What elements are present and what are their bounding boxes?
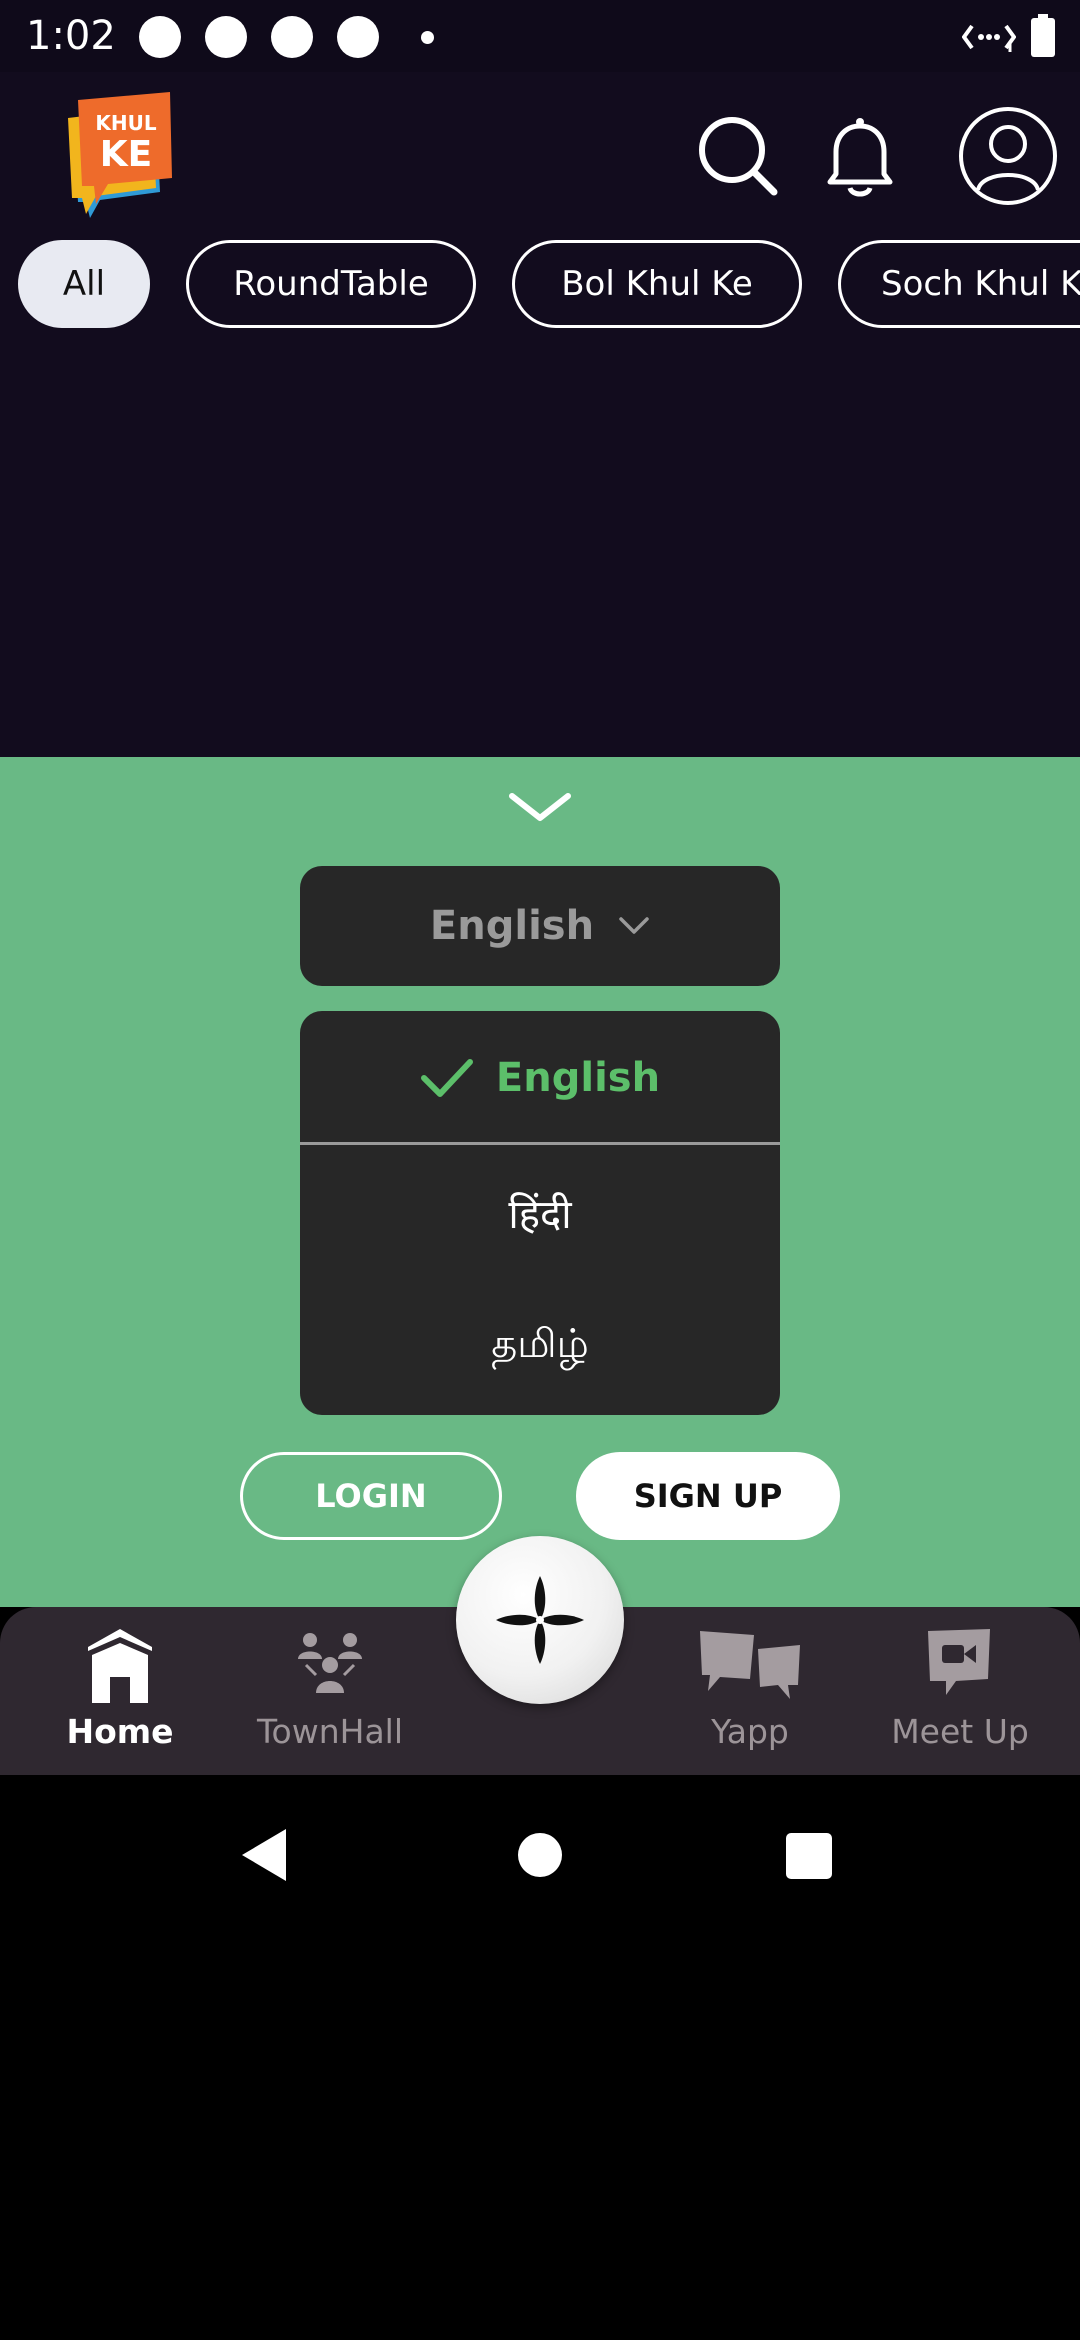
battery-icon: [1031, 14, 1055, 57]
nav-item-yapp[interactable]: Yapp: [650, 1607, 850, 1775]
nav-label-townhall: TownHall: [256, 1712, 404, 1751]
four-petal-icon: [496, 1576, 584, 1664]
profile-icon[interactable]: [958, 106, 1058, 206]
network-icon: [962, 24, 1016, 52]
svg-text:KE: KE: [100, 134, 153, 175]
recents-icon[interactable]: [786, 1833, 832, 1879]
language-option-english[interactable]: English: [300, 1011, 780, 1145]
svg-text:KHUL: KHUL: [95, 111, 156, 135]
nav-label-home: Home: [66, 1712, 174, 1751]
signup-button[interactable]: SIGN UP: [576, 1452, 840, 1540]
bell-icon[interactable]: [824, 116, 896, 198]
language-option-tamil[interactable]: தமிழ்: [300, 1279, 780, 1413]
language-option-label: தமிழ்: [491, 1320, 589, 1367]
collapse-chevron-icon[interactable]: [508, 790, 572, 826]
search-icon[interactable]: [696, 114, 780, 198]
chip-bol-khul-ke[interactable]: Bol Khul Ke: [512, 240, 802, 328]
notification-dot-icon: [271, 16, 313, 58]
more-notifications-icon: [421, 31, 434, 44]
chip-soch-khul-ke[interactable]: Soch Khul K: [838, 240, 1080, 328]
language-dropdown[interactable]: English: [300, 866, 780, 986]
nav-label-meetup: Meet Up: [891, 1712, 1029, 1751]
chip-roundtable[interactable]: RoundTable: [186, 240, 476, 328]
language-dropdown-value: English: [429, 903, 595, 949]
khul-ke-logo[interactable]: KHUL KE: [60, 92, 180, 222]
back-icon[interactable]: [240, 1827, 290, 1883]
language-option-label: हिंदी: [508, 1191, 572, 1238]
nav-item-meetup[interactable]: Meet Up: [860, 1607, 1060, 1775]
notification-dot-icon: [139, 16, 181, 58]
chevron-down-icon: [619, 917, 649, 934]
notification-dot-icon: [205, 16, 247, 58]
video-chat-icon: [928, 1629, 990, 1695]
notification-dot-icon: [337, 16, 379, 58]
check-icon: [420, 1059, 473, 1097]
nav-label-yapp: Yapp: [711, 1712, 789, 1751]
chip-all[interactable]: All: [18, 240, 150, 328]
home-icon: [88, 1629, 152, 1703]
people-icon: [298, 1633, 362, 1693]
language-option-label: English: [495, 1055, 661, 1101]
nav-item-home[interactable]: Home: [20, 1607, 220, 1775]
system-nav-bar: [0, 1775, 1080, 2340]
language-option-hindi[interactable]: हिंदी: [300, 1145, 780, 1279]
status-time: 1:02: [26, 13, 116, 59]
status-bar: 1:02: [0, 0, 1080, 72]
center-action-button[interactable]: [456, 1536, 624, 1704]
login-button[interactable]: LOGIN: [240, 1452, 502, 1540]
chat-bubbles-icon: [700, 1631, 800, 1699]
home-circle-icon[interactable]: [518, 1833, 562, 1877]
nav-item-townhall[interactable]: TownHall: [230, 1607, 430, 1775]
language-options-list: English हिंदी தமிழ்: [300, 1011, 780, 1415]
